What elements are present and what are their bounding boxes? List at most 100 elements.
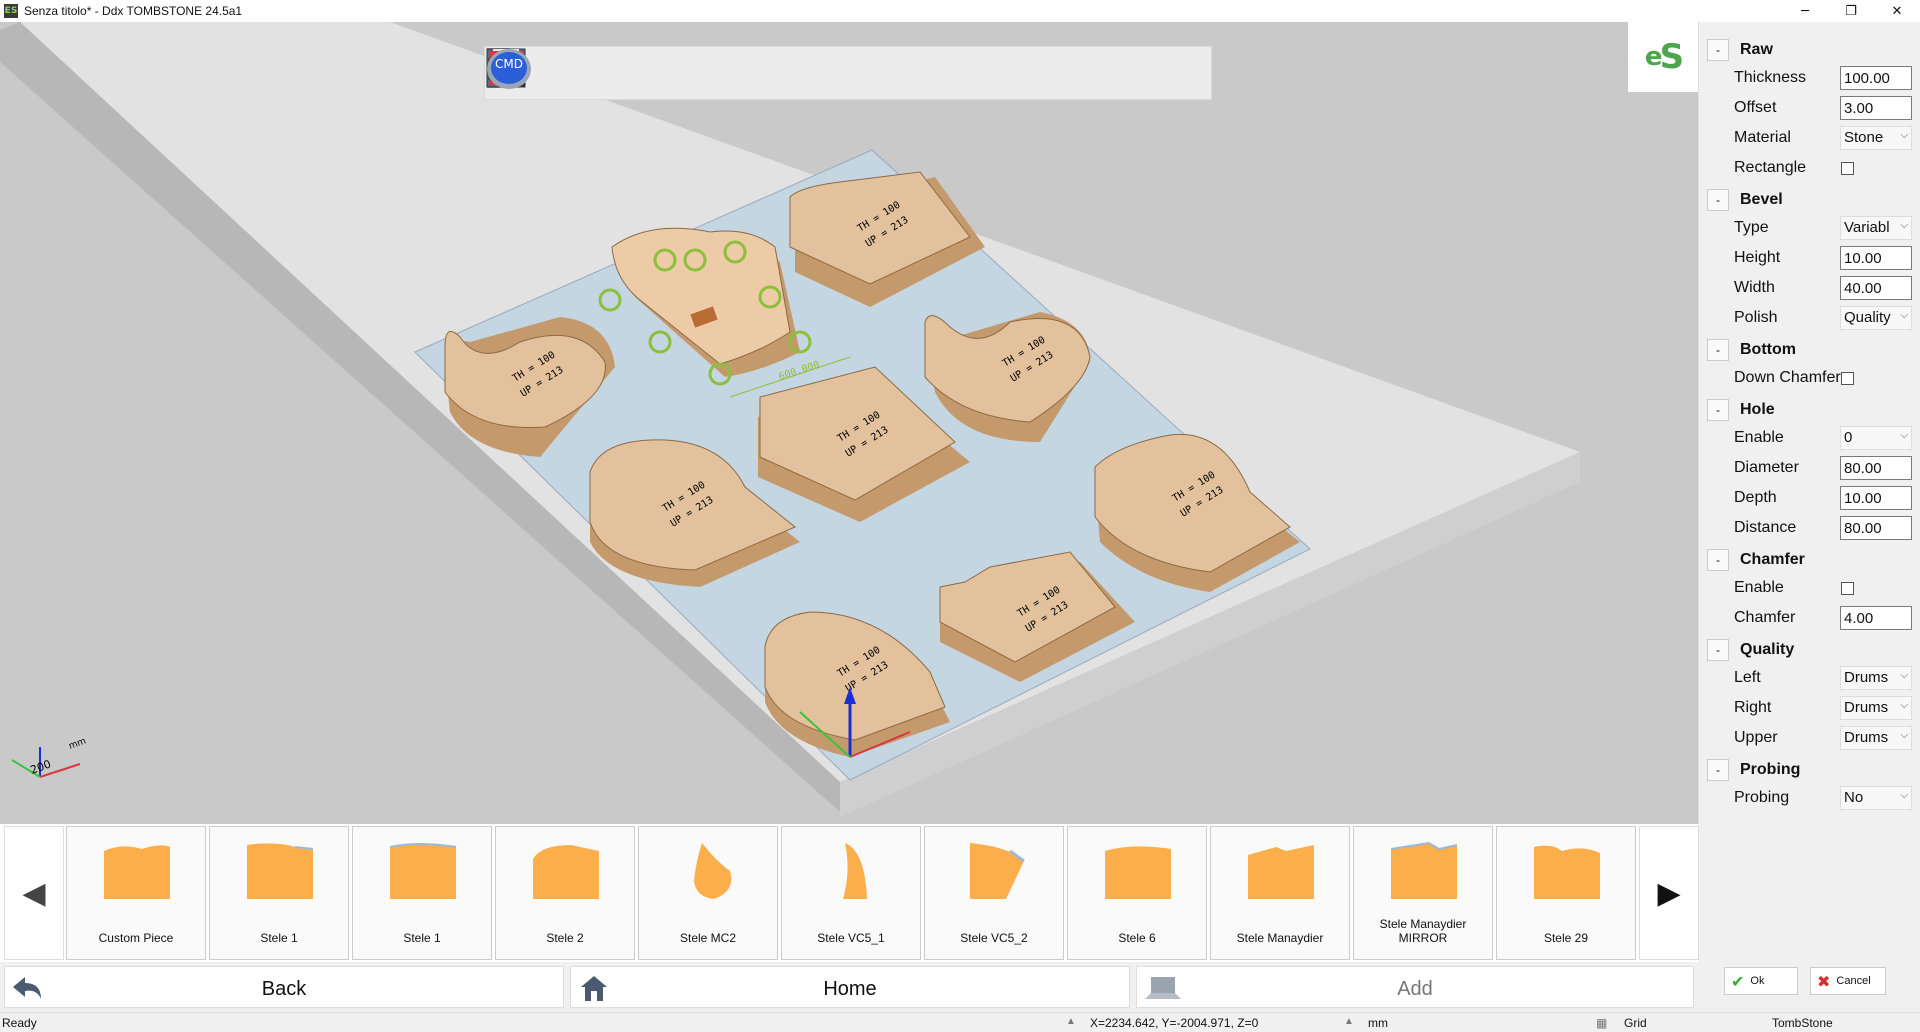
chamfer-enable-checkbox[interactable]	[1841, 582, 1854, 595]
navigation-bar: Back Home Add	[0, 964, 1698, 1010]
collapse-toggle[interactable]: -	[1707, 549, 1729, 571]
collapse-toggle[interactable]: -	[1707, 339, 1729, 361]
chevron-down-icon: ⌵	[1900, 130, 1908, 141]
right-quality-select[interactable]: Drums ⌵	[1840, 696, 1912, 720]
add-button[interactable]: Add	[1136, 966, 1694, 1008]
prop-width: Width	[1699, 276, 1920, 300]
stele-shape-icon	[1390, 841, 1458, 899]
cmd-button[interactable]: CMD	[487, 49, 1196, 96]
gallery-item[interactable]: Stele Manaydier	[1210, 826, 1350, 960]
gallery-item[interactable]: Stele VC5_2	[924, 826, 1064, 960]
3d-viewport[interactable]: TH = 100 UP = 213 600.000 TH = 100 UP = …	[0, 22, 1698, 824]
axis-unit: mm	[68, 736, 88, 751]
probing-select[interactable]: No ⌵	[1840, 786, 1912, 810]
prop-offset: Offset	[1699, 96, 1920, 120]
status-unit[interactable]: mm	[1368, 1016, 1388, 1030]
stele-shape-icon	[843, 843, 867, 899]
chevron-down-icon: ⌵	[1900, 700, 1908, 711]
close-button[interactable]: ✕	[1874, 0, 1920, 22]
collapse-toggle[interactable]: -	[1707, 39, 1729, 61]
gallery-item[interactable]: Custom Piece	[66, 826, 206, 960]
gallery-item[interactable]: Stele 2	[495, 826, 635, 960]
minimize-button[interactable]: ─	[1782, 0, 1828, 22]
prop-distance: Distance	[1699, 516, 1920, 540]
chevron-down-icon: ⌵	[1900, 670, 1908, 681]
rectangle-checkbox[interactable]	[1841, 162, 1854, 175]
thickness-input[interactable]	[1840, 66, 1912, 90]
prop-left: Left Drums ⌵	[1699, 666, 1920, 690]
prop-chamfer-enable: Enable	[1699, 576, 1920, 600]
chamfer-input[interactable]	[1840, 606, 1912, 630]
upper-quality-select[interactable]: Drums ⌵	[1840, 726, 1912, 750]
section-hole[interactable]: - Hole	[1707, 398, 1775, 422]
section-quality[interactable]: - Quality	[1707, 638, 1794, 662]
prop-polish: Polish Quality ⌵	[1699, 306, 1920, 330]
open-button[interactable]	[486, 50, 605, 96]
bevel-type-select[interactable]: Variabl ⌵	[1840, 216, 1912, 240]
gallery-item[interactable]: Stele 29	[1496, 826, 1636, 960]
gallery-item[interactable]: Stele 1	[209, 826, 349, 960]
zoom-in-button[interactable]	[489, 50, 841, 96]
prop-upper: Upper Drums ⌵	[1699, 726, 1920, 750]
polish-select[interactable]: Quality ⌵	[1840, 306, 1912, 330]
cmd-icon: CMD	[487, 49, 531, 89]
zoom-all-button[interactable]	[489, 50, 782, 96]
restore-button[interactable]: ❐	[1828, 0, 1874, 22]
gallery-item[interactable]: Stele 1	[352, 826, 492, 960]
distance-input[interactable]	[1840, 516, 1912, 540]
cmd-label: CMD	[495, 57, 523, 71]
chevron-down-icon: ⌵	[1900, 310, 1908, 321]
prop-right: Right Drums ⌵	[1699, 696, 1920, 720]
window-title: Senza titolo* - Ddx TOMBSTONE 24.5a1	[24, 4, 243, 18]
section-bottom[interactable]: - Bottom	[1707, 338, 1796, 362]
left-quality-select[interactable]: Drums ⌵	[1840, 666, 1912, 690]
section-chamfer[interactable]: - Chamfer	[1707, 548, 1805, 572]
fit-view-button[interactable]	[489, 50, 960, 96]
save-button[interactable]	[486, 48, 664, 96]
material-select[interactable]: Stone ⌵	[1840, 126, 1912, 150]
offset-input[interactable]	[1840, 96, 1912, 120]
gallery-item[interactable]: Stele 6	[1067, 826, 1207, 960]
collapse-toggle[interactable]: -	[1707, 639, 1729, 661]
collapse-toggle[interactable]: -	[1707, 399, 1729, 421]
chevron-down-icon: ⌵	[1900, 790, 1908, 801]
scene-canvas[interactable]: TH = 100 UP = 213 600.000 TH = 100 UP = …	[0, 22, 1698, 824]
prop-down-chamfer: Down Chamfer	[1699, 366, 1920, 390]
diameter-input[interactable]	[1840, 456, 1912, 480]
gallery-item[interactable]: Stele MC2	[638, 826, 778, 960]
solid-view-button[interactable]	[489, 50, 1137, 96]
hole-enable-select[interactable]: 0 ⌵	[1840, 426, 1912, 450]
prop-diameter: Diameter	[1699, 456, 1920, 480]
home-button[interactable]: Home	[570, 966, 1130, 1008]
properties-panel: -Raw Thickness Offset MaterialStone⌵ Rec…	[1698, 22, 1920, 824]
collapse-toggle[interactable]: -	[1707, 189, 1729, 211]
down-chamfer-checkbox[interactable]	[1841, 372, 1854, 385]
gallery-item[interactable]: Stele VC5_1	[781, 826, 921, 960]
check-icon: ✔	[1731, 971, 1745, 991]
section-raw[interactable]: - Raw	[1707, 38, 1773, 62]
status-grid[interactable]: Grid	[1624, 1016, 1647, 1030]
rotate-view-button[interactable]	[490, 50, 1019, 96]
section-probing[interactable]: - Probing	[1707, 758, 1800, 782]
app-icon: ES	[4, 4, 18, 18]
gallery-item[interactable]: Stele Manaydier MIRROR	[1353, 826, 1493, 960]
stele-shape-icon	[1248, 845, 1314, 899]
ok-button[interactable]: ✔ Ok	[1724, 967, 1798, 995]
prop-hole-enable: Enable 0 ⌵	[1699, 426, 1920, 450]
cancel-button[interactable]: ✖ Cancel	[1810, 967, 1886, 995]
height-input[interactable]	[1840, 246, 1912, 270]
zoom-window-button[interactable]	[489, 50, 723, 96]
width-input[interactable]	[1840, 276, 1912, 300]
gallery-prev-button[interactable]: ◀	[4, 826, 64, 960]
section-bevel[interactable]: - Bevel	[1707, 188, 1783, 212]
status-bar: Ready ▲ X=2234.642, Y=-2004.971, Z=0 ▲ m…	[0, 1012, 1920, 1032]
collapse-toggle[interactable]: -	[1707, 759, 1729, 781]
back-button[interactable]: Back	[4, 966, 564, 1008]
stele-shape-icon	[970, 843, 1025, 899]
depth-input[interactable]	[1840, 486, 1912, 510]
zoom-out-button[interactable]	[489, 50, 901, 96]
chevron-down-icon: ⌵	[1900, 220, 1908, 231]
prop-thickness: Thickness	[1699, 66, 1920, 90]
gallery-next-button[interactable]: ▶	[1639, 826, 1699, 960]
view-3d-button[interactable]	[488, 50, 1078, 96]
